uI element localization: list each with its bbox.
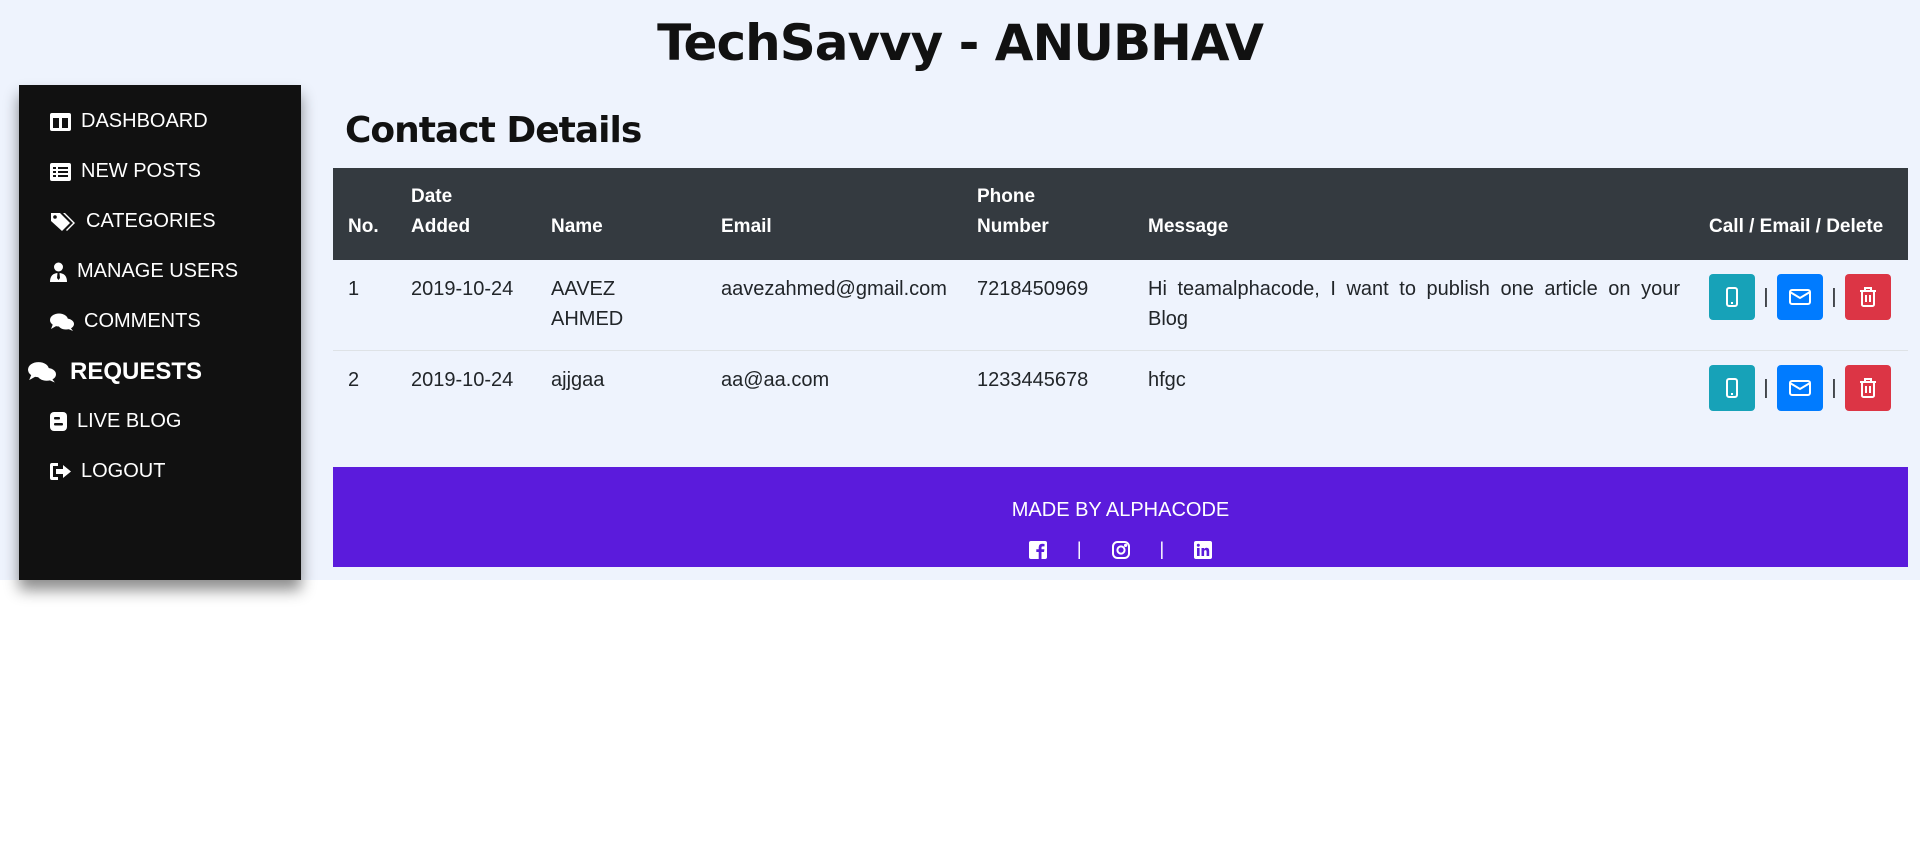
cell-email: aa@aa.com (721, 369, 830, 391)
cell-name-line2: AHMED (551, 308, 624, 330)
column-header-email: Email (721, 216, 772, 237)
call-button[interactable] (1709, 274, 1755, 320)
linkedin-icon[interactable] (1194, 540, 1213, 559)
column-header-phone-line1: Phone (977, 186, 1036, 207)
facebook-icon[interactable] (1028, 540, 1047, 559)
mobile-phone-icon (1726, 287, 1738, 307)
page-title: Contact Details (345, 110, 642, 151)
comments-icon (50, 312, 74, 332)
site-title: TechSavvy - ANUBHAV (657, 14, 1264, 72)
sidebar-item-new-posts[interactable]: NEW POSTS (50, 160, 201, 183)
cell-message: hfgc (1148, 369, 1186, 391)
delete-button[interactable] (1845, 365, 1891, 411)
action-separator: | (1831, 285, 1837, 308)
contact-table: No. Date Added Name Email Phone Number M… (333, 168, 1908, 441)
sidebar-item-label: REQUESTS (70, 358, 203, 385)
sidebar-item-categories[interactable]: CATEGORIES (50, 210, 216, 233)
sidebar-item-label: MANAGE USERS (77, 260, 239, 282)
footer: MADE BY ALPHACODE | | (333, 467, 1908, 567)
sidebar-item-live-blog[interactable]: LIVE BLOG (50, 410, 182, 433)
cell-phone: 1233445678 (977, 369, 1089, 391)
sidebar-item-label: COMMENTS (84, 310, 201, 332)
mobile-phone-icon (1726, 378, 1738, 398)
instagram-icon[interactable] (1111, 540, 1130, 559)
column-header-no: No. (348, 216, 379, 237)
column-header-actions: Call / Email / Delete (1709, 216, 1884, 237)
sidebar-item-logout[interactable]: LOGOUT (50, 460, 165, 483)
envelope-icon (1789, 289, 1811, 305)
sidebar-item-label: DASHBOARD (81, 110, 208, 132)
table-row: 1 2019-10-24 AAVEZ AHMED aavezahmed@gmai… (333, 260, 1908, 351)
row-actions: | | (1709, 365, 1891, 411)
table-header: No. Date Added Name Email Phone Number M… (333, 168, 1908, 260)
table-row: 2 2019-10-24 ajjgaa aa@aa.com 1233445678… (333, 351, 1908, 441)
action-separator: | (1763, 285, 1769, 308)
email-button[interactable] (1777, 365, 1823, 411)
cell-name: ajjgaa (551, 369, 605, 391)
column-header-phone-line2: Number (977, 216, 1049, 237)
comments-icon (28, 360, 56, 384)
cell-date: 2019-10-24 (411, 369, 514, 391)
cell-date: 2019-10-24 (411, 278, 514, 300)
column-header-name: Name (551, 216, 603, 237)
sidebar-item-requests[interactable]: REQUESTS (28, 358, 202, 386)
sidebar-item-label: LIVE BLOG (77, 410, 182, 432)
footer-credit: MADE BY ALPHACODE (1011, 499, 1230, 521)
column-header-date-line1: Date (411, 186, 453, 207)
sidebar-item-dashboard[interactable]: DASHBOARD (50, 110, 208, 133)
call-button[interactable] (1709, 365, 1755, 411)
trash-icon (1860, 378, 1876, 398)
cell-no: 1 (348, 278, 360, 300)
social-links: | | (333, 539, 1908, 560)
sidebar: DASHBOARD NEW POSTS CATEGORIES MANAGE US… (19, 85, 301, 580)
cell-email: aavezahmed@gmail.com (721, 278, 947, 300)
row-actions: | | (1709, 274, 1891, 320)
delete-button[interactable] (1845, 274, 1891, 320)
action-separator: | (1763, 376, 1769, 399)
sidebar-item-label: LOGOUT (81, 460, 166, 482)
social-separator: | (1076, 539, 1082, 559)
blogger-icon (50, 412, 67, 431)
email-button[interactable] (1777, 274, 1823, 320)
trash-icon (1860, 287, 1876, 307)
sidebar-item-label: CATEGORIES (86, 210, 216, 232)
social-separator: | (1159, 539, 1165, 559)
sidebar-item-manage-users[interactable]: MANAGE USERS (50, 260, 238, 283)
envelope-icon (1789, 380, 1811, 396)
cell-no: 2 (348, 369, 360, 391)
tags-icon (50, 211, 76, 233)
action-separator: | (1831, 376, 1837, 399)
cell-name-line1: AAVEZ (551, 278, 616, 300)
user-tie-icon (50, 262, 67, 282)
columns-icon (50, 112, 71, 131)
sign-out-icon (50, 463, 71, 480)
column-header-message: Message (1148, 216, 1229, 237)
column-header-date-line2: Added (411, 216, 471, 237)
sidebar-item-comments[interactable]: COMMENTS (50, 310, 201, 333)
list-icon (50, 162, 71, 181)
cell-phone: 7218450969 (977, 278, 1089, 300)
cell-message: Hi teamalphacode, I want to publish one … (1148, 278, 1680, 330)
sidebar-item-label: NEW POSTS (81, 160, 202, 182)
